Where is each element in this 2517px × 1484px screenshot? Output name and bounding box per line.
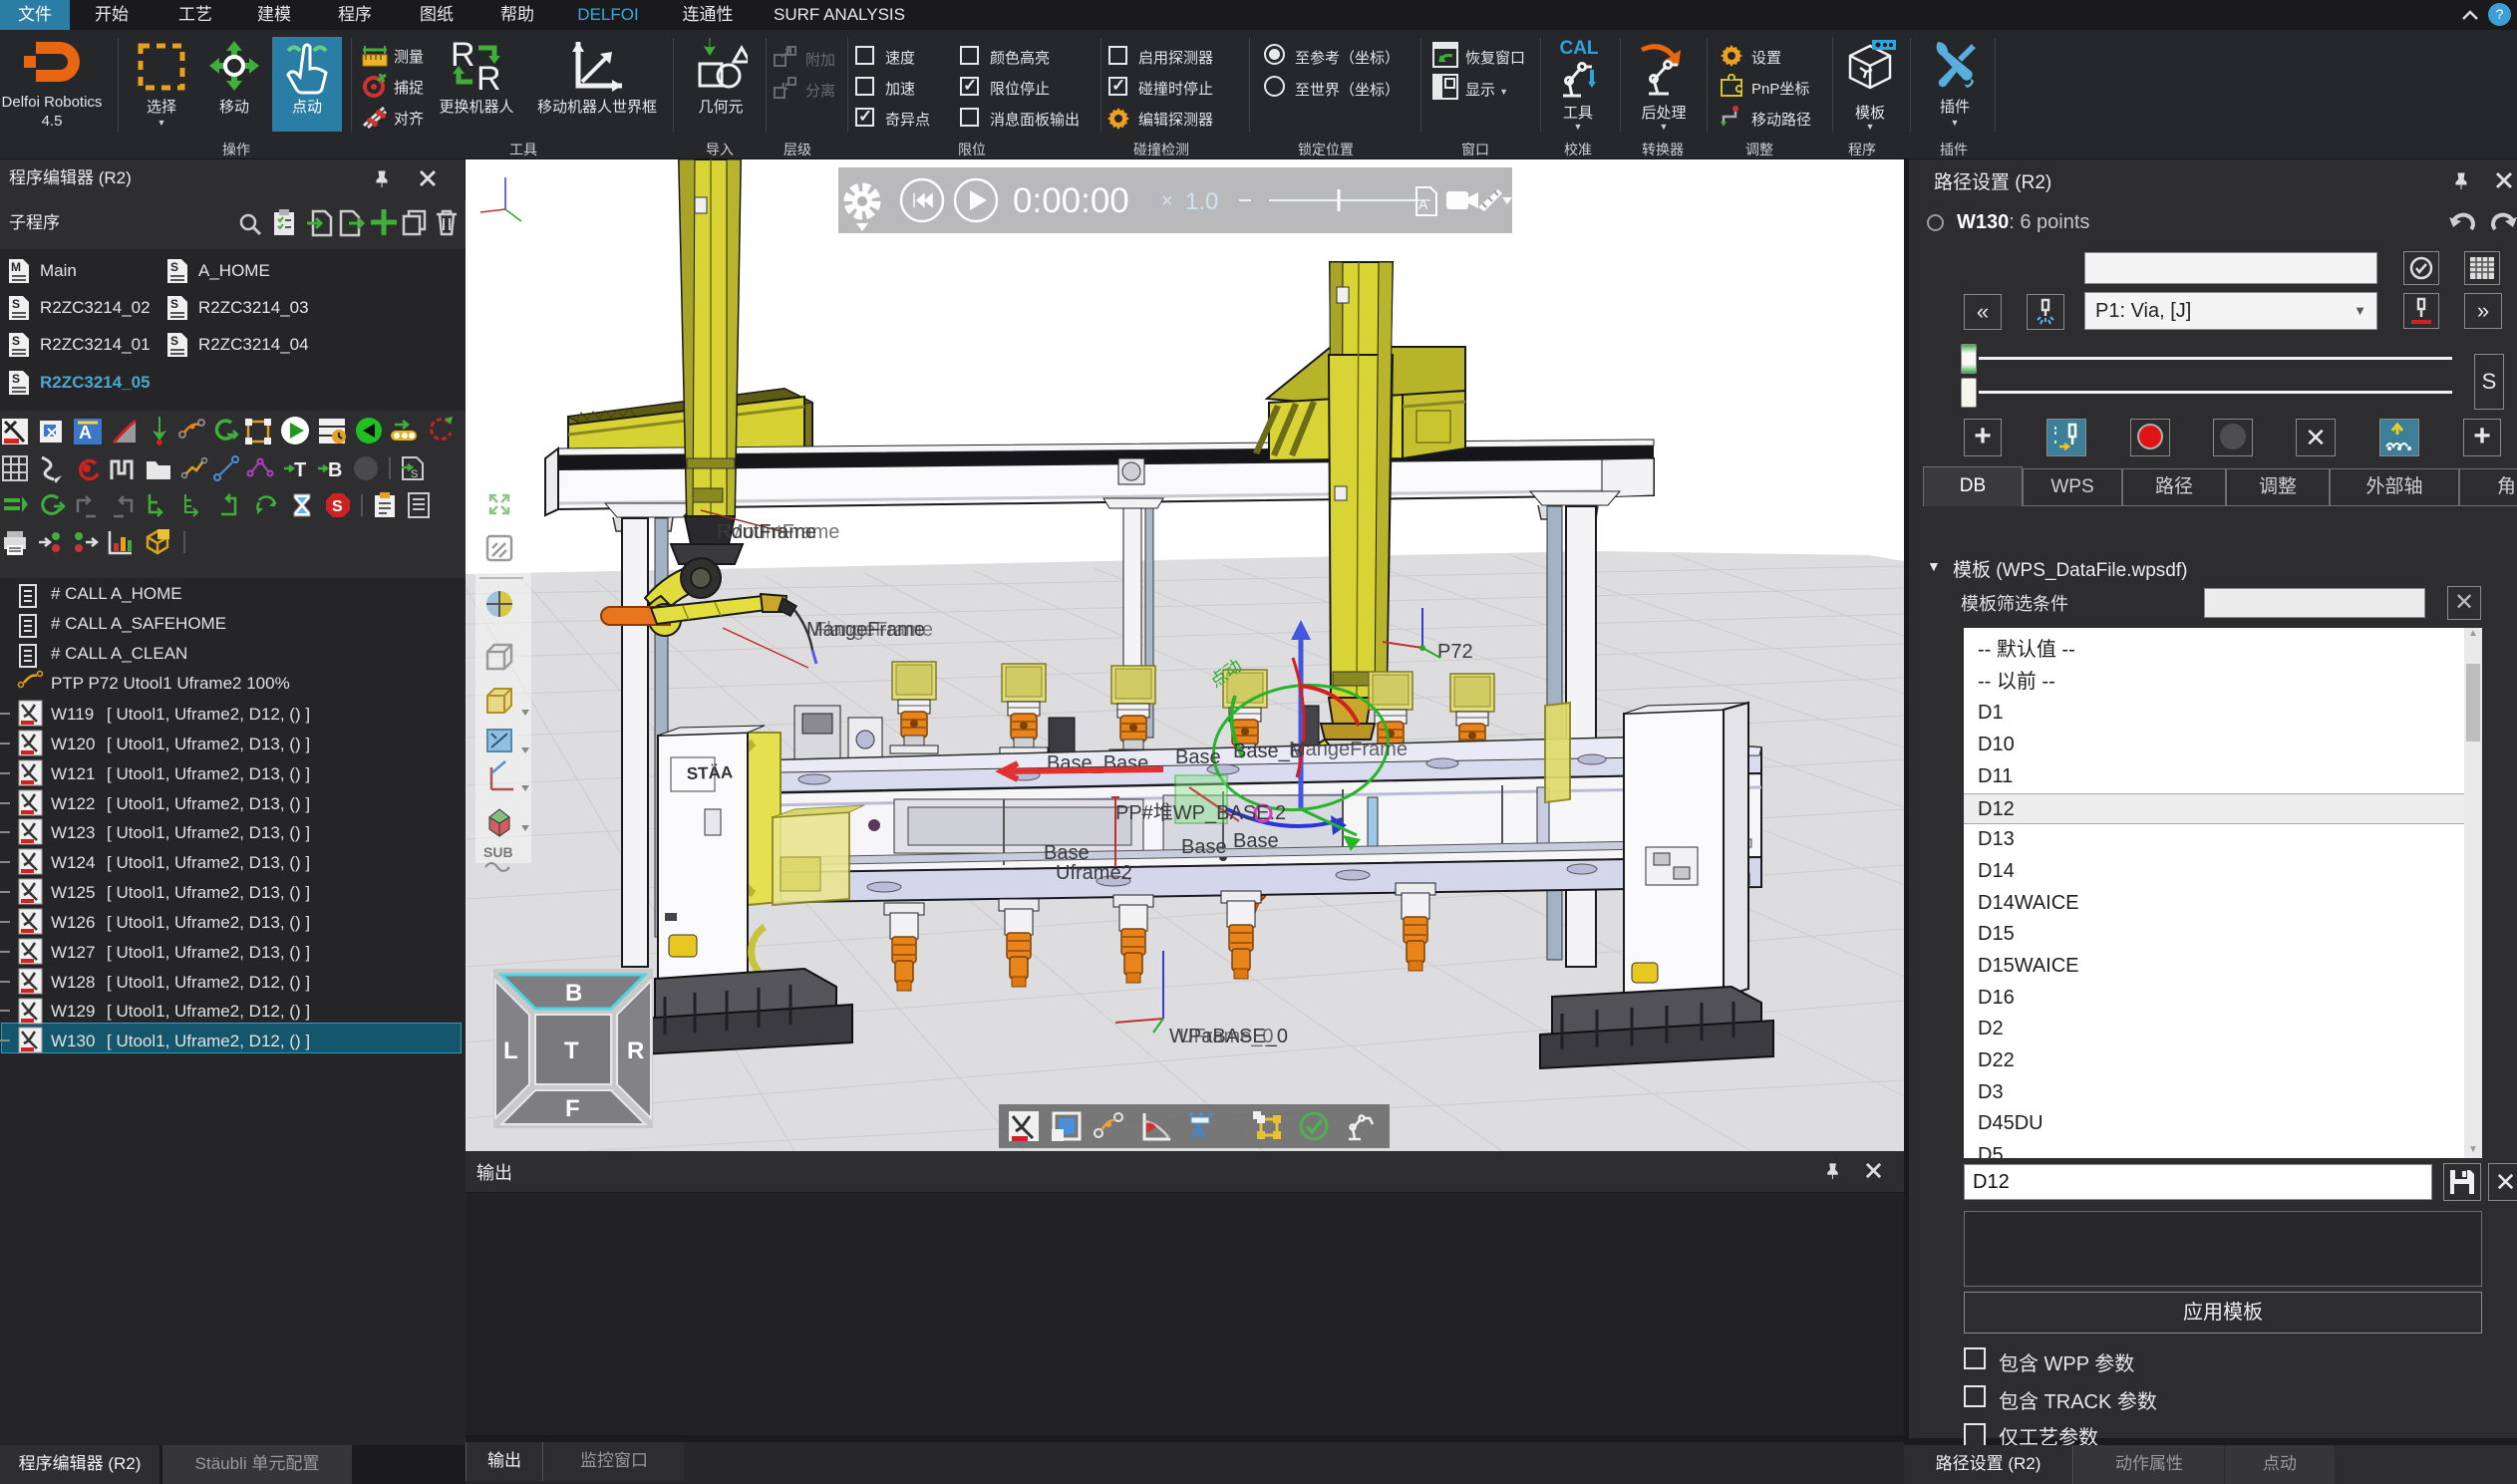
svg-text:T: T	[294, 459, 306, 481]
svg-text:W125: W125	[51, 883, 95, 902]
svg-text:W120: W120	[51, 735, 95, 753]
svg-text:S: S	[12, 297, 20, 311]
svg-text:S: S	[170, 260, 178, 274]
svg-text:STÄA: STÄA	[686, 762, 733, 783]
svg-text:W124: W124	[51, 853, 95, 872]
svg-text:Base: Base	[1044, 842, 1090, 864]
svg-text:UFrame_0: UFrame_0	[1179, 1026, 1273, 1047]
svg-text:S: S	[170, 334, 178, 348]
svg-text:B: B	[328, 459, 342, 481]
svg-text:W130: W130	[51, 1032, 95, 1050]
svg-text:[ Utool1, Uframe2, D13, () ]: [ Utool1, Uframe2, D13, () ]	[107, 735, 310, 753]
svg-text:1.0: 1.0	[1185, 188, 1218, 215]
svg-text:Base: Base	[1175, 746, 1221, 768]
svg-text:W127: W127	[51, 943, 95, 962]
svg-text:0:00:00: 0:00:00	[1013, 181, 1129, 220]
svg-text:MountFrame: MountFrame	[727, 521, 839, 543]
svg-text:W128: W128	[51, 973, 95, 992]
svg-text:S: S	[411, 468, 418, 480]
svg-text:[ Utool1, Uframe2, D13, () ]: [ Utool1, Uframe2, D13, () ]	[107, 883, 310, 902]
svg-text:[ Utool1, Uframe2, D12, () ]: [ Utool1, Uframe2, D12, () ]	[107, 1032, 310, 1050]
svg-text:PP#堆WP_BASE.2: PP#堆WP_BASE.2	[1115, 801, 1286, 824]
svg-text:W122: W122	[51, 794, 95, 813]
svg-text:Base: Base	[1233, 830, 1279, 852]
svg-text:S: S	[12, 334, 20, 348]
svg-text:W119: W119	[51, 705, 94, 724]
svg-text:A: A	[1191, 1121, 1205, 1143]
svg-text:R: R	[627, 1038, 644, 1064]
svg-text:×: ×	[1161, 190, 1173, 212]
svg-text:[ Utool1, Uframe2, D13, () ]: [ Utool1, Uframe2, D13, () ]	[107, 823, 310, 842]
svg-text:[ Utool1, Uframe2, D13, () ]: [ Utool1, Uframe2, D13, () ]	[107, 943, 310, 962]
svg-text:R: R	[476, 60, 501, 94]
svg-text:FlangeFrame: FlangeFrame	[814, 619, 933, 641]
svg-text:W129: W129	[51, 1002, 95, 1021]
svg-text:[ Utool1, Uframe2, D13, () ]: [ Utool1, Uframe2, D13, () ]	[107, 764, 310, 783]
svg-text:[ Utool1, Uframe2, D12, () ]: [ Utool1, Uframe2, D12, () ]	[107, 973, 310, 992]
svg-text:[ Utool1, Uframe2, D13, () ]: [ Utool1, Uframe2, D13, () ]	[107, 794, 310, 813]
svg-text:[ Utool1, Uframe2, D13, () ]: [ Utool1, Uframe2, D13, () ]	[107, 913, 310, 932]
svg-text:A: A	[79, 423, 92, 443]
svg-text:[ Utool1, Uframe2, D13, () ]: [ Utool1, Uframe2, D13, () ]	[107, 853, 310, 872]
svg-text:F: F	[565, 1095, 580, 1122]
svg-text:Uframe2: Uframe2	[1056, 862, 1132, 884]
svg-text:M: M	[11, 260, 21, 274]
svg-text:S: S	[170, 297, 178, 311]
svg-text:Base: Base	[1181, 836, 1227, 858]
svg-text:P72: P72	[1437, 641, 1473, 663]
svg-text:S: S	[12, 372, 20, 386]
svg-text:S: S	[332, 498, 343, 515]
svg-text:W123: W123	[51, 823, 95, 842]
svg-text:R: R	[451, 38, 475, 74]
svg-text:SUB: SUB	[483, 844, 513, 860]
svg-text:MangeFrame: MangeFrame	[1289, 739, 1408, 760]
svg-text:B: B	[565, 980, 582, 1007]
svg-text:W126: W126	[51, 913, 95, 932]
svg-text:L: L	[503, 1038, 518, 1064]
svg-text:[ Utool1, Uframe2, D12, () ]: [ Utool1, Uframe2, D12, () ]	[107, 1002, 310, 1021]
svg-text:[ Utool1, Uframe2, D12, () ]: [ Utool1, Uframe2, D12, () ]	[107, 705, 310, 724]
svg-text:T: T	[564, 1038, 579, 1064]
svg-text:W121: W121	[51, 764, 95, 783]
svg-text:A: A	[1418, 196, 1428, 212]
